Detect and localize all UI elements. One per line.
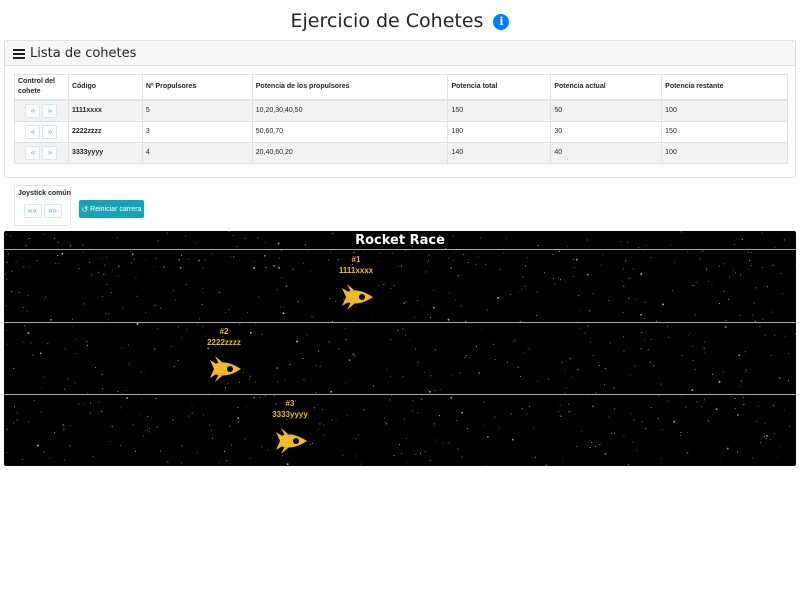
rocket-list-card: Lista de cohetes Control del cohete Códi…: [4, 40, 796, 178]
race-title: Rocket Race: [355, 233, 445, 248]
table-row: « » 1111xxxx 5 10,20,30,40,50 150 50 100: [14, 99, 788, 122]
header-potencia-propulsores: Potencia de los propulsores: [251, 74, 449, 101]
lane-divider: [4, 322, 796, 323]
cell-restante: 150: [661, 120, 788, 143]
header-control: Control del cohete: [14, 74, 69, 101]
race-track: Rocket Race #1 1111xxxx #2 2222zzzz #3 3…: [4, 231, 796, 466]
header-potencia-actual: Potencia actual: [550, 74, 663, 101]
table-row: « » 2222zzzz 3 50,60,70 180 30 150: [14, 120, 788, 143]
rocket-3: #3 3333yyyy: [260, 398, 320, 456]
lane-divider: [4, 249, 796, 250]
cell-actual: 40: [550, 141, 663, 164]
rocket-icon: [210, 356, 241, 382]
reset-race-button[interactable]: ↺ Reiniciar carrera: [79, 200, 144, 218]
row-control: « »: [14, 99, 69, 122]
accelerate-button[interactable]: »: [42, 103, 58, 118]
header-codigo: Código: [67, 74, 143, 101]
header-propulsores: Nº Propulsores: [141, 74, 253, 101]
row-control: « »: [14, 120, 69, 143]
brake-all-button[interactable]: ««: [23, 204, 42, 218]
cell-code: 2222zzzz: [67, 120, 143, 143]
rocket-rank: #2: [219, 327, 229, 336]
info-icon[interactable]: i: [493, 14, 510, 30]
cell-total: 140: [447, 141, 552, 164]
cell-code: 1111xxxx: [67, 99, 143, 122]
cell-propulsores: 5: [141, 99, 253, 122]
cell-propulsores: 4: [141, 141, 253, 164]
cell-potencias: 20,40,60,20: [251, 141, 449, 164]
cell-potencias: 10,20,30,40,50: [251, 99, 449, 122]
reset-race-label: Reiniciar carrera: [90, 205, 142, 213]
rocket-code: 1111xxxx: [338, 266, 374, 275]
rocket-1: #1 1111xxxx: [326, 254, 386, 312]
header-potencia-total: Potencia total: [447, 74, 552, 101]
page-title: Ejercicio de Cohetes i: [0, 10, 800, 32]
table-row: « » 3333yyyy 4 20,40,60,20 140 40 100: [14, 141, 788, 164]
joystick-label: Joystick común: [18, 190, 71, 197]
cell-propulsores: 3: [141, 120, 253, 143]
brake-button[interactable]: «: [25, 124, 41, 139]
cell-total: 180: [447, 120, 552, 143]
list-icon: [13, 48, 25, 59]
starfield: [4, 231, 796, 466]
rocket-code: 3333yyyy: [272, 410, 308, 419]
rocket-rank: #3: [285, 399, 295, 408]
accelerate-button[interactable]: »: [42, 124, 58, 139]
cell-restante: 100: [661, 141, 788, 164]
cell-total: 150: [447, 99, 552, 122]
undo-icon: ↺: [81, 204, 89, 214]
page-title-text: Ejercicio de Cohetes: [290, 10, 484, 32]
card-title: Lista de cohetes: [30, 45, 137, 61]
row-control: « »: [14, 141, 69, 164]
lane-divider: [4, 394, 796, 395]
rocket-rank: #1: [351, 255, 361, 264]
accelerate-button[interactable]: »: [42, 145, 58, 160]
rocket-icon: [276, 428, 307, 454]
rocket-table: Control del cohete Código Nº Propulsores…: [14, 74, 788, 164]
cell-restante: 100: [661, 99, 788, 122]
rocket-icon: [342, 284, 373, 310]
cell-code: 3333yyyy: [67, 141, 143, 164]
brake-button[interactable]: «: [25, 103, 41, 118]
header-potencia-restante: Potencia restante: [661, 74, 788, 101]
accelerate-all-button[interactable]: »»: [43, 204, 62, 218]
cell-actual: 50: [550, 99, 663, 122]
table-header-row: Control del cohete Código Nº Propulsores…: [14, 74, 788, 101]
cell-actual: 30: [550, 120, 663, 143]
brake-button[interactable]: «: [25, 145, 41, 160]
rocket-2: #2 2222zzzz: [194, 326, 254, 384]
card-header: Lista de cohetes: [5, 41, 795, 66]
cell-potencias: 50,60,70: [251, 120, 449, 143]
common-joystick: Joystick común «« »»: [14, 185, 71, 226]
rocket-code: 2222zzzz: [207, 338, 241, 347]
